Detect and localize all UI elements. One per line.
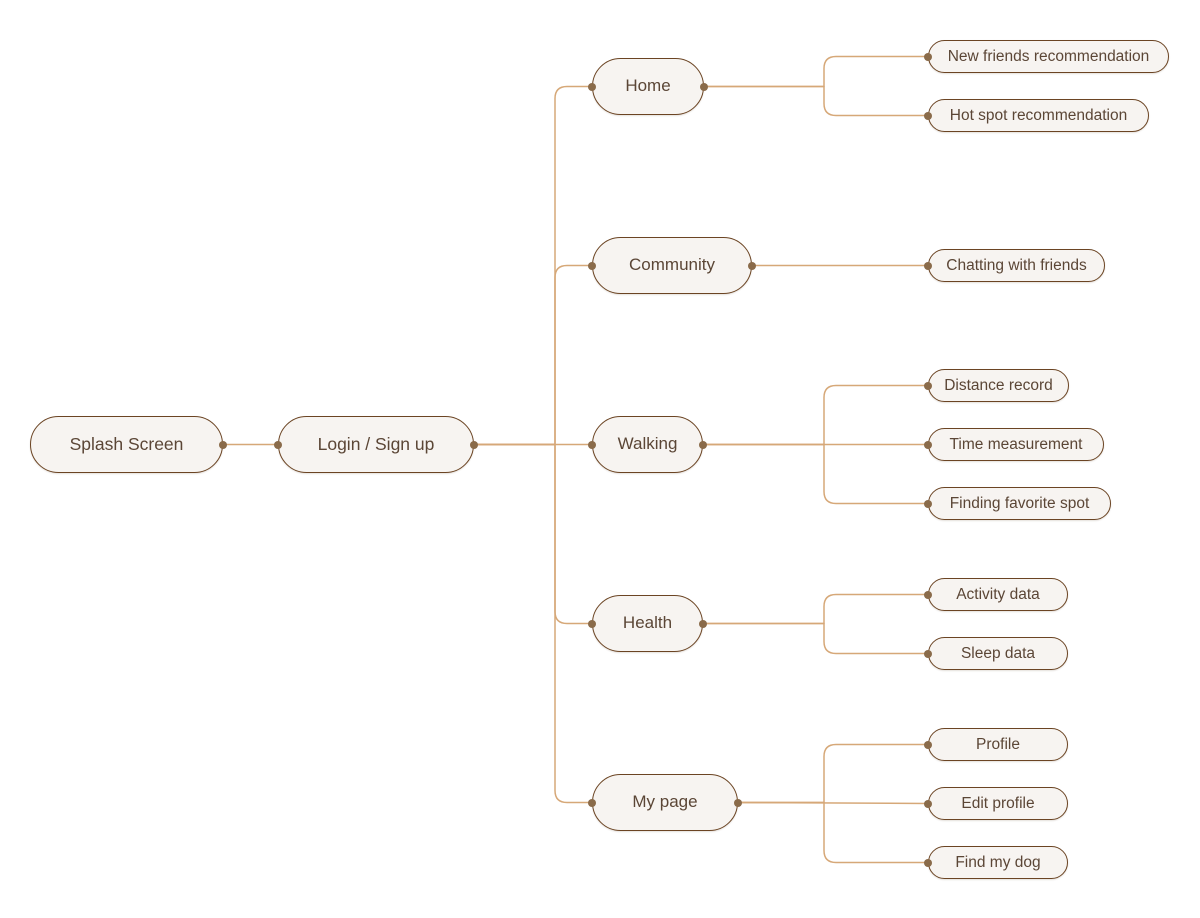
node-label: Finding favorite spot	[949, 494, 1090, 512]
flow-diagram-canvas: Splash Screen Login / Sign up Home Commu…	[0, 0, 1200, 918]
node-label: Edit profile	[961, 794, 1035, 812]
connector-port-dot	[588, 261, 596, 270]
connector-port-dot	[588, 440, 596, 449]
node-profile[interactable]: Profile	[928, 728, 1068, 761]
connector-port-dot	[924, 381, 932, 390]
connector-port-dot	[748, 261, 756, 270]
node-label: Splash Screen	[69, 433, 184, 454]
connector-port-dot	[924, 440, 932, 449]
connector-port-dot	[470, 440, 478, 449]
node-hot-spot-recommendation[interactable]: Hot spot recommendation	[928, 99, 1149, 132]
node-walking[interactable]: Walking	[592, 416, 703, 473]
node-label: My page	[632, 792, 698, 812]
node-find-my-dog[interactable]: Find my dog	[928, 846, 1068, 879]
node-time-measurement[interactable]: Time measurement	[928, 428, 1104, 461]
connector-port-dot	[588, 619, 596, 628]
node-login-signup[interactable]: Login / Sign up	[278, 416, 474, 473]
connector-port-dot	[588, 82, 596, 91]
connector-port-dot	[734, 798, 742, 807]
node-label: Chatting with friends	[946, 256, 1087, 274]
node-distance-record[interactable]: Distance record	[928, 369, 1069, 402]
node-health[interactable]: Health	[592, 595, 703, 652]
connector-port-dot	[699, 440, 707, 449]
node-label: Hot spot recommendation	[949, 106, 1128, 124]
node-sleep-data[interactable]: Sleep data	[928, 637, 1068, 670]
connector-port-dot	[924, 740, 932, 749]
node-label: Find my dog	[955, 853, 1041, 871]
node-label: Activity data	[956, 585, 1040, 603]
node-label: Community	[629, 255, 715, 275]
node-edit-profile[interactable]: Edit profile	[928, 787, 1068, 820]
node-label: Login / Sign up	[317, 433, 435, 454]
node-label: Time measurement	[949, 435, 1083, 453]
node-splash-screen[interactable]: Splash Screen	[30, 416, 223, 473]
connector-port-dot	[924, 52, 932, 61]
connector-port-dot	[588, 798, 596, 807]
node-label: Walking	[617, 434, 678, 454]
connector-port-dot	[699, 619, 707, 628]
node-label: Sleep data	[960, 644, 1036, 662]
connector-port-dot	[924, 649, 932, 658]
node-finding-favorite-spot[interactable]: Finding favorite spot	[928, 487, 1111, 520]
node-label: Health	[622, 613, 673, 633]
node-label: Home	[625, 76, 671, 96]
connector-port-dot	[924, 261, 932, 270]
connector-port-dot	[700, 82, 708, 91]
connector-port-dot	[924, 111, 932, 120]
node-new-friends-recommendation[interactable]: New friends recommendation	[928, 40, 1169, 73]
node-community[interactable]: Community	[592, 237, 752, 294]
node-label: Distance record	[944, 376, 1053, 394]
node-activity-data[interactable]: Activity data	[928, 578, 1068, 611]
node-chatting-with-friends[interactable]: Chatting with friends	[928, 249, 1105, 282]
node-home[interactable]: Home	[592, 58, 704, 115]
connector-port-dot	[924, 590, 932, 599]
connector-port-dot	[219, 440, 227, 449]
node-label: New friends recommendation	[947, 47, 1150, 65]
node-my-page[interactable]: My page	[592, 774, 738, 831]
connector-port-dot	[924, 499, 932, 508]
connector-port-dot	[924, 858, 932, 867]
connector-port-dot	[924, 799, 932, 808]
node-label: Profile	[976, 735, 1020, 753]
connector-port-dot	[274, 440, 282, 449]
